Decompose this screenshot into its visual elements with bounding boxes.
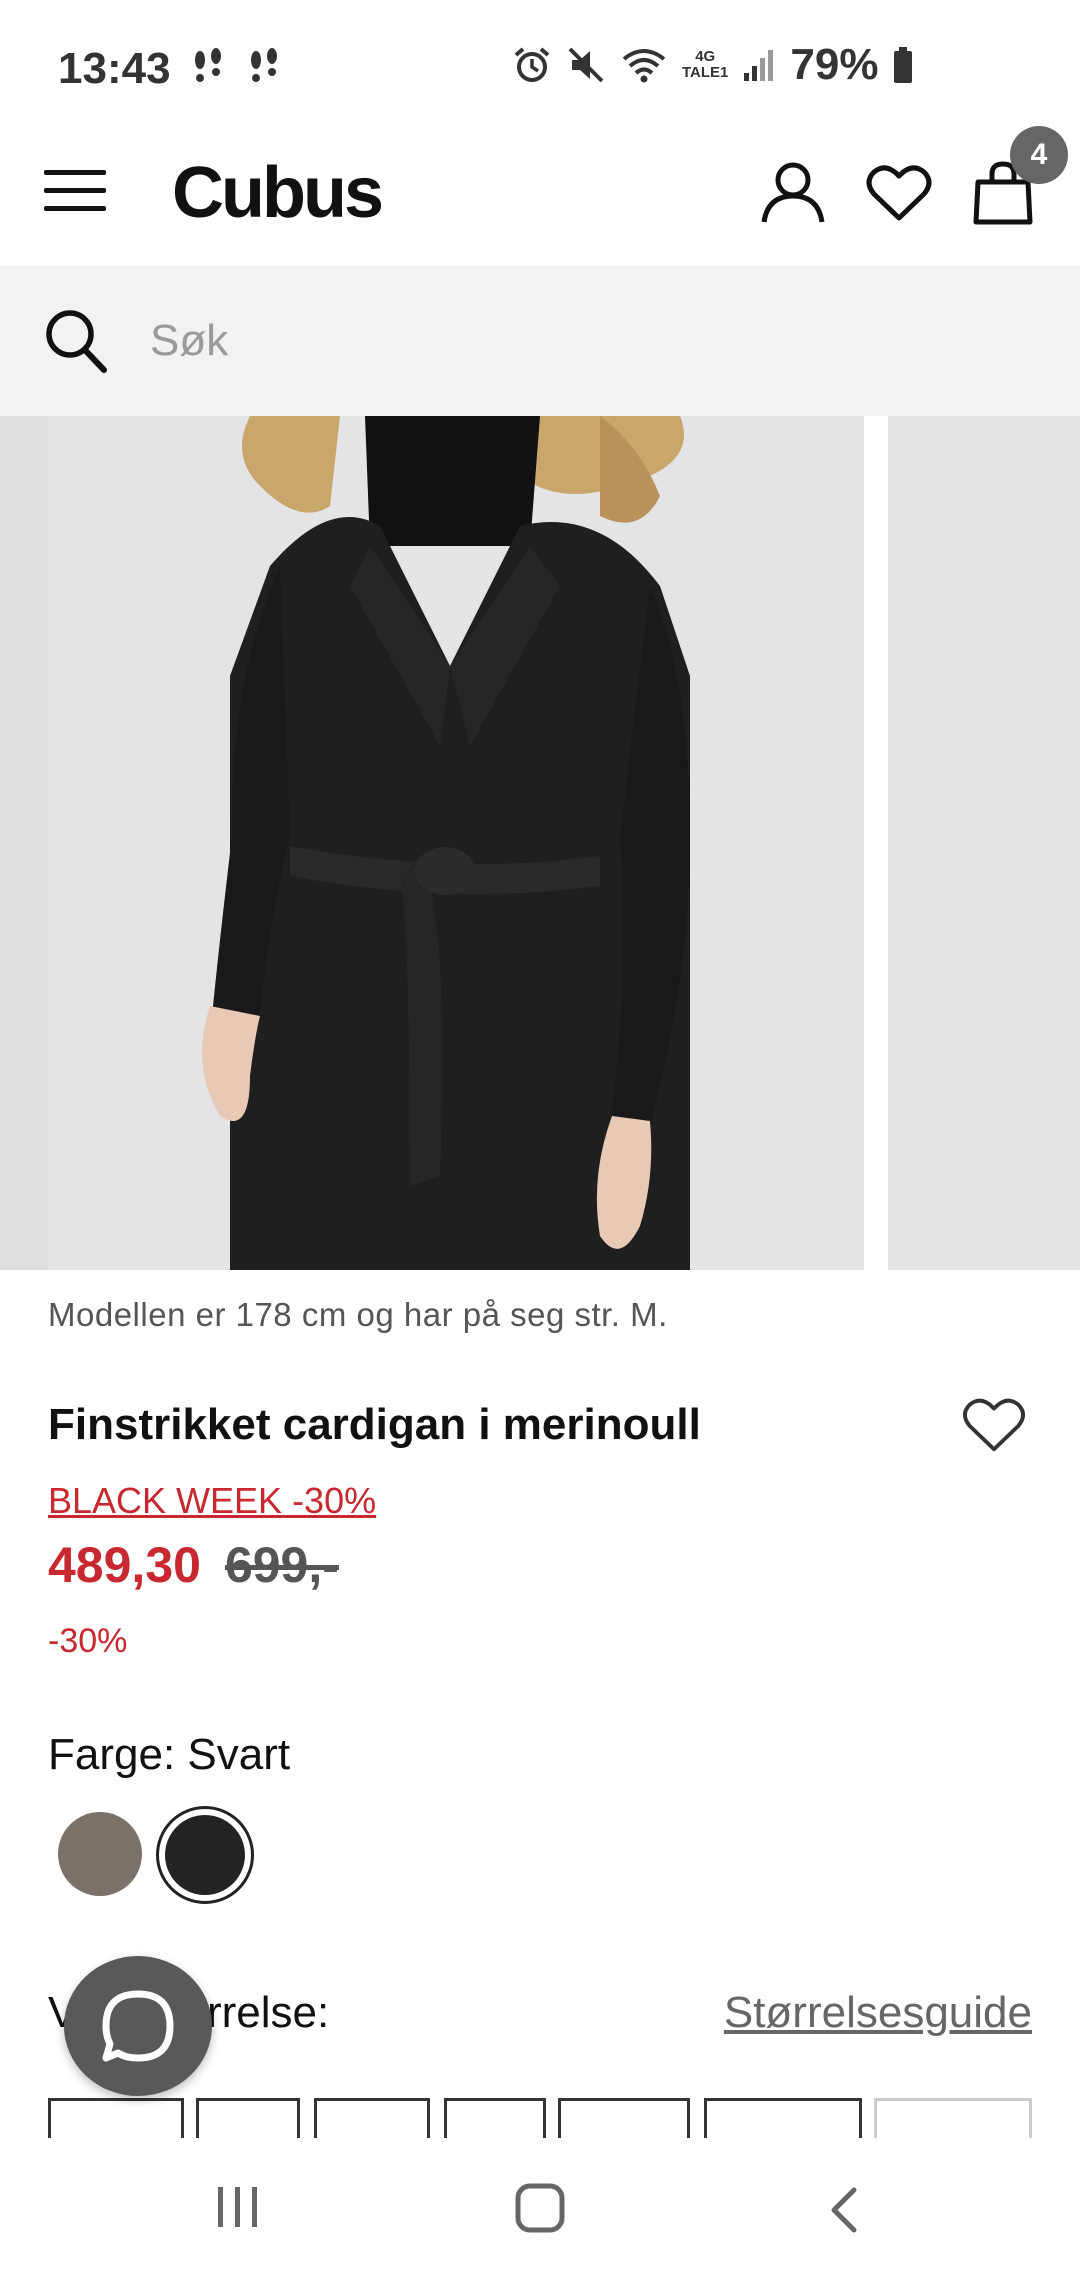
size-option[interactable] xyxy=(48,2098,184,2138)
price-row: 489,30 699,- xyxy=(48,1536,339,1594)
size-option[interactable] xyxy=(196,2098,300,2138)
chat-icon xyxy=(102,1990,174,2062)
size-options xyxy=(48,2098,1048,2138)
color-label: Farge: Svart xyxy=(48,1730,291,1779)
footsteps-icon xyxy=(190,48,282,88)
color-swatch-black[interactable] xyxy=(156,1806,254,1904)
menu-icon[interactable] xyxy=(44,170,106,214)
size-option[interactable] xyxy=(558,2098,690,2138)
account-icon[interactable] xyxy=(760,160,826,224)
system-nav-bar xyxy=(0,2138,1080,2280)
model-size-caption: Modellen er 178 cm og har på seg str. M. xyxy=(48,1296,668,1333)
search-icon[interactable] xyxy=(44,308,108,374)
campaign-link[interactable]: BLACK WEEK -30% xyxy=(48,1480,376,1522)
network-type: 4G TALE1 xyxy=(682,49,728,81)
heart-icon[interactable] xyxy=(962,1396,1026,1454)
recent-apps-icon[interactable] xyxy=(214,2184,262,2230)
product-image[interactable] xyxy=(0,416,864,1270)
status-time: 13:43 xyxy=(58,44,171,93)
size-option-unavailable[interactable] xyxy=(874,2098,1032,2138)
search-input[interactable] xyxy=(150,310,1030,372)
product-title: Finstrikket cardigan i merinoull xyxy=(48,1400,701,1449)
network-gen: 4G xyxy=(695,48,716,65)
color-swatch-black-fill xyxy=(165,1815,245,1895)
cubus-logo[interactable]: Cubus xyxy=(172,152,384,234)
size-guide-link[interactable]: Størrelsesguide xyxy=(724,1988,1032,2038)
search-bar[interactable] xyxy=(0,266,1080,416)
size-option[interactable] xyxy=(314,2098,430,2138)
status-bar: 13:43 4G TALE1 79% xyxy=(0,0,1080,120)
size-option[interactable] xyxy=(704,2098,862,2138)
network-operator: TALE1 xyxy=(682,64,729,81)
size-option[interactable] xyxy=(444,2098,546,2138)
next-product-image[interactable] xyxy=(888,416,1080,1270)
model-photo xyxy=(0,416,864,1270)
cart-count-badge[interactable]: 4 xyxy=(1010,126,1068,184)
discount-label: -30% xyxy=(48,1622,128,1660)
back-icon[interactable] xyxy=(824,2186,864,2234)
product-gallery[interactable] xyxy=(0,416,1080,1270)
signal-icon xyxy=(744,50,774,81)
battery-percent: 79% xyxy=(790,40,879,89)
home-icon[interactable] xyxy=(514,2182,566,2234)
heart-icon[interactable] xyxy=(866,164,932,222)
color-swatch-grey[interactable] xyxy=(58,1812,142,1896)
app-header: Cubus 4 xyxy=(0,120,1080,266)
original-price: 699,- xyxy=(224,1537,339,1593)
sale-price: 489,30 xyxy=(48,1537,201,1593)
status-icons: 4G TALE1 79% xyxy=(512,40,914,90)
chat-button[interactable] xyxy=(64,1956,212,2096)
alarm-icon xyxy=(514,47,550,82)
battery-icon xyxy=(894,47,913,83)
mute-icon xyxy=(568,47,604,83)
wifi-icon xyxy=(622,49,666,83)
